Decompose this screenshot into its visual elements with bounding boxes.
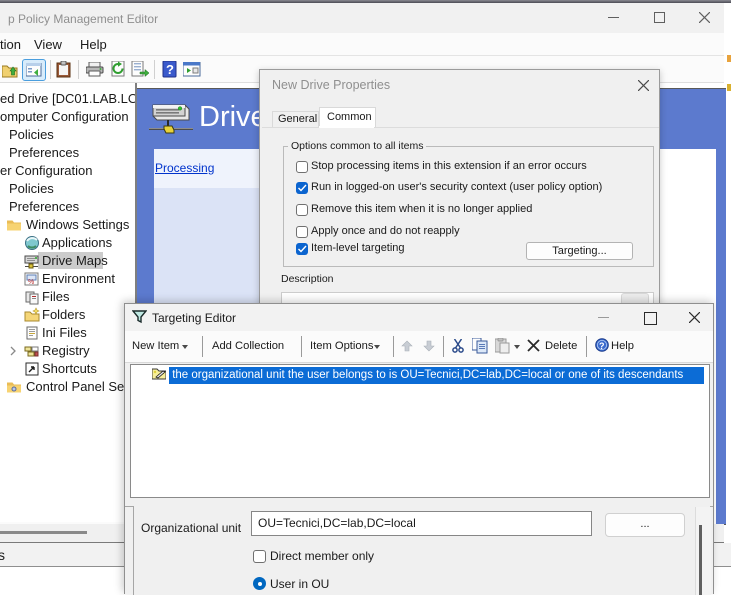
- svg-text:%: %: [28, 279, 34, 286]
- svg-text:?: ?: [599, 341, 605, 351]
- svg-text:?: ?: [166, 62, 174, 77]
